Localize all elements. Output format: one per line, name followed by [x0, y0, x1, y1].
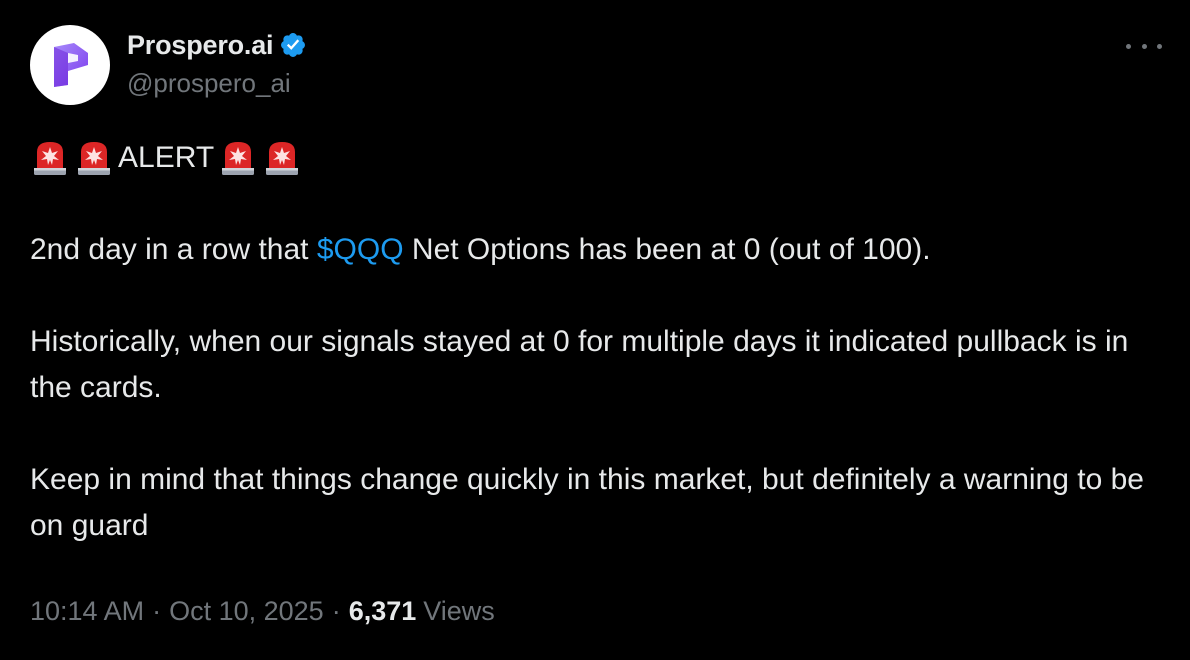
- more-options-icon[interactable]: [1126, 34, 1162, 58]
- avatar[interactable]: [30, 25, 110, 105]
- alert-line: ALERT: [30, 135, 1160, 181]
- paragraph-2: Historically, when our signals stayed at…: [30, 325, 1129, 404]
- paragraph-3: Keep in mind that things change quickly …: [30, 463, 1144, 542]
- tweet-text: ALERT 2nd day in a row that $QQQ Net Opt…: [30, 135, 1160, 549]
- meta-separator: ·: [152, 596, 162, 626]
- paragraph-1: 2nd day in a row that $QQQ Net Options h…: [30, 227, 1160, 273]
- paragraph-1-text-start: 2nd day in a row that: [30, 233, 317, 266]
- cashtag-link[interactable]: $QQQ: [317, 233, 404, 266]
- prospero-logo-icon: [54, 43, 88, 87]
- tweet-time[interactable]: 10:14 AM: [30, 596, 144, 627]
- tweet-card: Prospero.ai @prospero_ai ALERT 2nd day i…: [0, 0, 1190, 660]
- author-name-row[interactable]: Prospero.ai: [127, 28, 307, 62]
- paragraph-1-text-end: Net Options has been at 0 (out of 100).: [403, 233, 931, 266]
- verified-badge-icon: [281, 33, 306, 57]
- views-count[interactable]: 6,371: [349, 596, 417, 627]
- rotating-light-icon: [78, 142, 110, 175]
- rotating-light-icon: [266, 142, 299, 175]
- display-name[interactable]: Prospero.ai: [127, 30, 274, 61]
- views-label[interactable]: Views: [423, 596, 495, 627]
- tweet-date[interactable]: Oct 10, 2025: [169, 596, 324, 627]
- meta-separator: ·: [331, 596, 341, 626]
- rotating-light-icon: [222, 142, 255, 175]
- tweet-meta: 10:14 AM · Oct 10, 2025 · 6,371 Views: [30, 596, 495, 627]
- rotating-light-icon: [34, 142, 66, 175]
- author-handle[interactable]: @prospero_ai: [127, 68, 291, 99]
- alert-label: ALERT: [118, 141, 215, 174]
